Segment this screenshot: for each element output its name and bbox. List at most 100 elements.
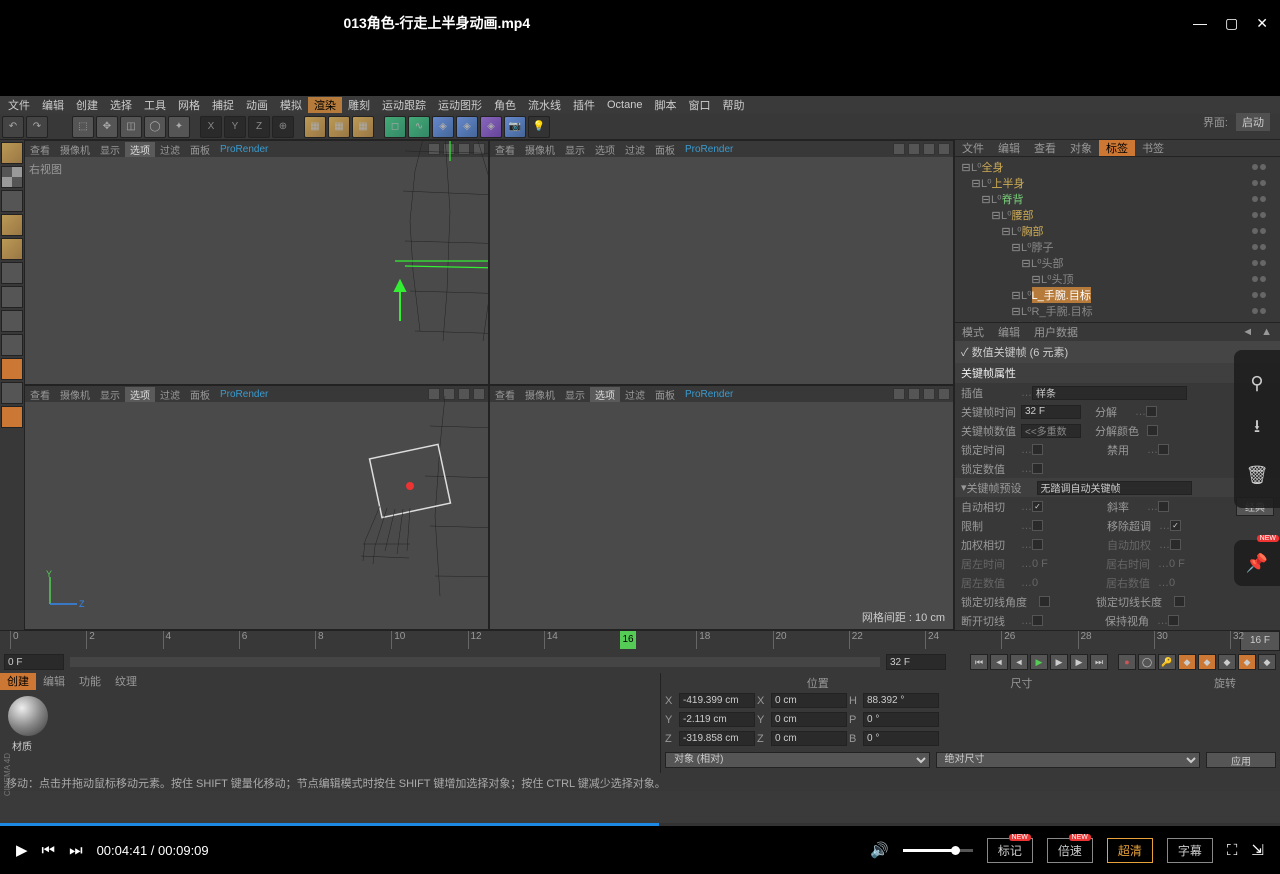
keyval-input[interactable] bbox=[1021, 424, 1081, 438]
fullscreen-icon[interactable]: ⛶ bbox=[1227, 842, 1238, 859]
size-y-input[interactable] bbox=[771, 712, 847, 727]
volume-slider[interactable] bbox=[903, 849, 973, 852]
tree-row[interactable]: ⊟L⁰ 腰部 bbox=[957, 207, 1278, 223]
menu-simulate[interactable]: 模拟 bbox=[274, 97, 308, 113]
rot-b-input[interactable] bbox=[863, 731, 939, 746]
world-axis-icon[interactable]: ⊕ bbox=[272, 116, 294, 138]
wide-icon[interactable]: ⇲ bbox=[1251, 841, 1264, 859]
object-mode-icon[interactable] bbox=[1, 214, 23, 236]
mark-button[interactable]: NEW标记 bbox=[987, 838, 1033, 863]
prev-icon[interactable]: ⏮ bbox=[42, 842, 56, 859]
menu-animate[interactable]: 动画 bbox=[240, 97, 274, 113]
mat-tab-create[interactable]: 创建 bbox=[0, 673, 36, 690]
autokey-icon[interactable]: ◯ bbox=[1138, 654, 1156, 670]
redo-icon[interactable]: ↷ bbox=[26, 116, 48, 138]
disable-check[interactable] bbox=[1158, 444, 1169, 455]
obj-tab-file[interactable]: 文件 bbox=[955, 140, 991, 156]
obj-tab-bookmark[interactable]: 书签 bbox=[1135, 140, 1171, 156]
prev-key-icon[interactable]: ◄ bbox=[990, 654, 1008, 670]
frame-start-input[interactable] bbox=[4, 654, 64, 670]
material-preview[interactable] bbox=[8, 696, 48, 736]
keymode3-icon[interactable]: ◆ bbox=[1218, 654, 1236, 670]
next-frame-icon[interactable]: ▶ bbox=[1050, 654, 1068, 670]
menu-mesh[interactable]: 网格 bbox=[172, 97, 206, 113]
menu-tools[interactable]: 工具 bbox=[138, 97, 172, 113]
autotan-check[interactable] bbox=[1032, 501, 1043, 512]
point-mode-icon[interactable] bbox=[1, 262, 23, 284]
workplane-icon[interactable] bbox=[1, 190, 23, 212]
move-tool-icon[interactable]: ✥ bbox=[96, 116, 118, 138]
pos-y-input[interactable] bbox=[679, 712, 755, 727]
mat-tab-edit[interactable]: 编辑 bbox=[36, 673, 72, 690]
y-axis-icon[interactable]: Y bbox=[224, 116, 246, 138]
texture-mode-icon[interactable] bbox=[1, 166, 23, 188]
x-axis-icon[interactable]: X bbox=[200, 116, 222, 138]
lock-icon[interactable] bbox=[1, 382, 23, 404]
tree-row[interactable]: ⊟L⁰ 脊背 bbox=[957, 191, 1278, 207]
frame-end-input[interactable] bbox=[886, 654, 946, 670]
color-check[interactable] bbox=[1147, 425, 1158, 436]
keymode-icon[interactable]: ◆ bbox=[1178, 654, 1196, 670]
subtitle-button[interactable]: 字幕 bbox=[1167, 838, 1213, 863]
download-icon[interactable]: ⭳ bbox=[1234, 406, 1280, 452]
record-icon[interactable]: ● bbox=[1118, 654, 1136, 670]
obj-tab-edit[interactable]: 编辑 bbox=[991, 140, 1027, 156]
rot-p-input[interactable] bbox=[863, 712, 939, 727]
soft-select-icon[interactable] bbox=[1, 406, 23, 428]
decompose-check[interactable] bbox=[1146, 406, 1157, 417]
vp-max-icon[interactable] bbox=[473, 143, 485, 155]
next-key-icon[interactable]: ▶ bbox=[1070, 654, 1088, 670]
tree-row[interactable]: ⊟L⁰ 头顶 bbox=[957, 271, 1278, 287]
render-region-icon[interactable]: ▦ bbox=[328, 116, 350, 138]
mat-tab-tex[interactable]: 纹理 bbox=[108, 673, 144, 690]
play-icon[interactable]: ▶ bbox=[16, 841, 28, 859]
quantize-icon[interactable] bbox=[1, 358, 23, 380]
tree-row[interactable]: ⊟L⁰ 脖子 bbox=[957, 239, 1278, 255]
menu-create[interactable]: 创建 bbox=[70, 97, 104, 113]
menu-window[interactable]: 窗口 bbox=[682, 97, 716, 113]
menu-plugins[interactable]: 插件 bbox=[567, 97, 601, 113]
menu-pipeline[interactable]: 流水线 bbox=[522, 97, 567, 113]
deformer-icon[interactable]: ◈ bbox=[456, 116, 478, 138]
size-x-input[interactable] bbox=[771, 693, 847, 708]
tree-row[interactable]: ⊟L⁰ 全身 bbox=[957, 159, 1278, 175]
generator-icon[interactable]: ◈ bbox=[432, 116, 454, 138]
render-settings-icon[interactable]: ▦ bbox=[352, 116, 374, 138]
camera-icon[interactable]: 📷 bbox=[504, 116, 526, 138]
pos-x-input[interactable] bbox=[679, 693, 755, 708]
menu-script[interactable]: 脚本 bbox=[648, 97, 682, 113]
model-mode-icon[interactable] bbox=[1, 142, 23, 164]
viewport-top-right[interactable]: 查看 摄像机 显示 选项 过滤 面板 ProRender bbox=[489, 140, 954, 385]
render-view-icon[interactable]: ▦ bbox=[304, 116, 326, 138]
edge-mode-icon[interactable] bbox=[1, 286, 23, 308]
lockval-check[interactable] bbox=[1032, 463, 1043, 474]
menu-help[interactable]: 帮助 bbox=[716, 97, 750, 113]
tree-row[interactable]: ⊟L⁰ 胸部 bbox=[957, 223, 1278, 239]
tree-row[interactable]: ⊟L⁰ 头部 bbox=[957, 255, 1278, 271]
cube-primitive-icon[interactable]: ◻ bbox=[384, 116, 406, 138]
viewport-bottom-left[interactable]: 查看 摄像机 显示 选项 过滤 面板 ProRender bbox=[24, 385, 489, 630]
menu-select[interactable]: 选择 bbox=[104, 97, 138, 113]
keymode5-icon[interactable]: ◆ bbox=[1258, 654, 1276, 670]
keytime-input[interactable] bbox=[1021, 405, 1081, 419]
attr-tab-userdata[interactable]: 用户数据 bbox=[1027, 324, 1085, 340]
share-icon[interactable]: ⚲ bbox=[1234, 360, 1280, 406]
timeline-ruler[interactable]: 0246810121416182022242628303216 16 F bbox=[0, 631, 1280, 651]
object-tree[interactable]: ⊟L⁰ 全身⊟L⁰ 上半身⊟L⁰ 脊背⊟L⁰ 腰部⊟L⁰ 胸部⊟L⁰ 脖子⊟L⁰… bbox=[955, 157, 1280, 322]
menu-snap[interactable]: 捕捉 bbox=[206, 97, 240, 113]
goto-start-icon[interactable]: ⏮ bbox=[970, 654, 988, 670]
menu-edit[interactable]: 编辑 bbox=[36, 97, 70, 113]
next-icon[interactable]: ⏭ bbox=[69, 842, 83, 859]
vp-nav-icon[interactable] bbox=[458, 143, 470, 155]
undo-icon[interactable]: ↶ bbox=[2, 116, 24, 138]
nav-back-icon[interactable]: ◄ bbox=[1242, 326, 1261, 338]
pin-button[interactable]: NEW📌 bbox=[1234, 540, 1280, 586]
tree-row[interactable]: ⊟L⁰ L_手腕.目标 bbox=[957, 287, 1278, 303]
select-tool-icon[interactable]: ⬚ bbox=[72, 116, 94, 138]
menu-sculpt[interactable]: 雕刻 bbox=[342, 97, 376, 113]
coord-mode-select[interactable]: 对象 (相对) bbox=[665, 752, 930, 768]
z-axis-icon[interactable]: Z bbox=[248, 116, 270, 138]
preset-input[interactable] bbox=[1037, 481, 1192, 495]
keymode2-icon[interactable]: ◆ bbox=[1198, 654, 1216, 670]
prev-frame-icon[interactable]: ◄ bbox=[1010, 654, 1028, 670]
